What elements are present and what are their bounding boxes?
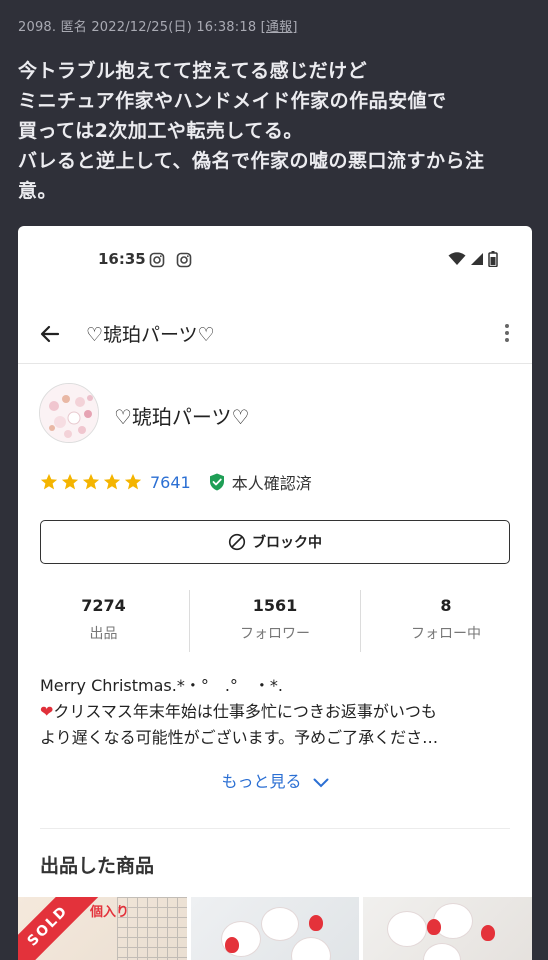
star-rating <box>40 473 142 491</box>
more-vert-icon[interactable] <box>504 322 510 344</box>
block-button[interactable]: ブロック中 <box>40 520 510 564</box>
star-icon <box>124 473 142 490</box>
page-title: ♡琥珀パーツ♡ <box>86 324 215 346</box>
product-thumbnail[interactable] <box>363 897 532 960</box>
star-icon <box>40 473 58 490</box>
product-thumbnail[interactable] <box>190 897 360 960</box>
star-icon <box>61 473 79 490</box>
post-line: バレると逆上して、偽名で作家の嘘の悪口流すから注 <box>18 150 485 172</box>
stat-label: フォロワー <box>240 626 310 642</box>
stat-label: 出品 <box>89 626 118 642</box>
product-thumbnail[interactable]: SOLD 個入り <box>18 897 187 960</box>
bio-line: より遅くなる可能性がございます。予めご了承くださ… <box>40 728 439 747</box>
status-bar: 16:35 <box>18 246 532 274</box>
stat-followers[interactable]: 1561 フォロワー <box>189 590 360 652</box>
verified-label: 本人確認済 <box>231 474 312 493</box>
phone-screenshot: 16:35 ♡琥珀パーツ♡ ♡琥珀パーツ♡ 7641 本人確認済 ブロック中 7… <box>18 226 532 960</box>
battery-icon <box>488 251 498 267</box>
thumbnail-caption: 個入り <box>90 905 130 920</box>
stat-value: 8 <box>440 596 452 615</box>
back-arrow-icon[interactable] <box>38 322 62 346</box>
product-thumbnails: SOLD 個入り <box>18 897 532 960</box>
show-more-label: もっと見る <box>221 772 302 791</box>
strawberry-charm-image <box>308 915 323 931</box>
post-number: 2098. <box>18 20 57 35</box>
report-link[interactable]: [通報] <box>261 20 298 35</box>
post-datetime: 2022/12/25(日) 16:38:18 <box>91 20 257 35</box>
heart-icon: ❤ <box>40 702 54 721</box>
bunny-charm-image <box>260 907 299 941</box>
star-icon <box>103 473 121 490</box>
stat-label: フォロー中 <box>411 626 481 642</box>
instagram-icon <box>176 252 192 268</box>
block-button-label: ブロック中 <box>252 535 322 551</box>
bunny-charm-image <box>290 937 331 960</box>
stat-value: 1561 <box>252 596 298 615</box>
instagram-icon <box>149 252 165 268</box>
wifi-icon <box>448 252 466 265</box>
verified-badge: 本人確認済 <box>209 470 312 494</box>
avatar <box>39 383 99 443</box>
stat-following[interactable]: 8 フォロー中 <box>360 590 531 652</box>
stat-value: 7274 <box>81 596 126 615</box>
post-author: 匿名 <box>60 20 87 35</box>
star-icon <box>82 473 100 490</box>
post-line: 今トラブル抱えてて控えてる感じだけど <box>18 60 368 82</box>
divider <box>40 828 510 829</box>
signal-icon <box>471 253 483 265</box>
rating-row: 7641 本人確認済 <box>40 470 312 494</box>
shop-name: ♡琥珀パーツ♡ <box>114 405 250 429</box>
bunny-charm-image <box>423 943 462 960</box>
section-title: 出品した商品 <box>40 855 155 877</box>
show-more-link[interactable]: もっと見る <box>18 768 532 792</box>
verified-shield-icon <box>209 473 224 491</box>
app-bar: ♡琥珀パーツ♡ <box>18 308 532 364</box>
stat-listings[interactable]: 7274 出品 <box>18 590 189 652</box>
block-icon <box>228 533 246 551</box>
avatar-image <box>40 384 98 442</box>
rating-count-link[interactable]: 7641 <box>150 473 191 492</box>
post-body: 今トラブル抱えてて控えてる感じだけど ミニチュア作家やハンドメイド作家の作品安値… <box>18 56 533 206</box>
post-header: 2098. 匿名 2022/12/25(日) 16:38:18 [通報] <box>18 16 298 35</box>
status-indicators <box>448 251 498 267</box>
bio-line: Merry Christmas.*・° .° ・*. <box>40 676 284 695</box>
bunny-charm-image <box>387 911 428 947</box>
post-line: 意。 <box>18 180 58 202</box>
strawberry-charm-image <box>427 919 442 935</box>
bio-text: クリスマス年末年始は仕事多忙につきお返事がいつも <box>53 702 437 721</box>
strawberry-charm-image <box>481 925 496 941</box>
chevron-down-icon <box>313 778 329 787</box>
shop-bio: Merry Christmas.*・° .° ・*. ❤クリスマス年末年始は仕事… <box>40 673 515 751</box>
stats-row: 7274 出品 1561 フォロワー 8 フォロー中 <box>18 590 532 652</box>
bio-line: ❤クリスマス年末年始は仕事多忙につきお返事がいつも <box>40 699 515 725</box>
strawberry-charm-image <box>224 937 239 953</box>
status-time: 16:35 <box>98 250 146 268</box>
post-line: ミニチュア作家やハンドメイド作家の作品安値で <box>18 90 447 112</box>
post-line: 買っては2次加工や転売してる。 <box>18 120 303 142</box>
